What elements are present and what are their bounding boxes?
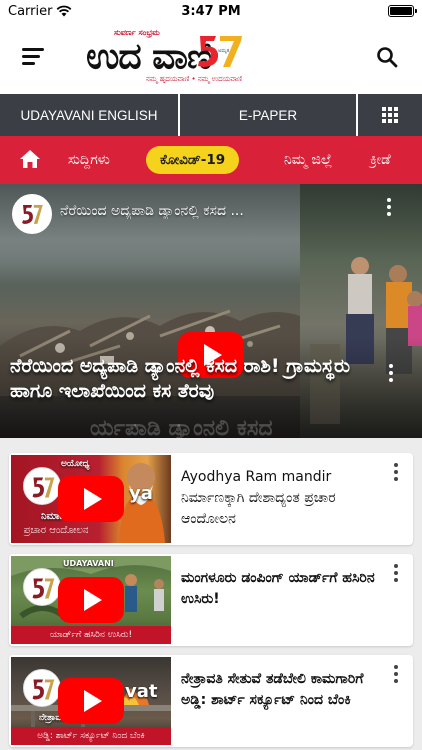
more-options-icon[interactable] — [393, 665, 399, 685]
video-card[interactable]: ಅಯೋಧ್ಯ ya ನಿರ್ಮಾಣ ಪ್ರಚಾರ ಆಂದೋಲನ Ayodhya … — [9, 453, 413, 545]
thumb-top-text: ಅಯೋಧ್ಯ — [61, 459, 90, 469]
channel-avatar[interactable] — [12, 194, 52, 234]
logo-wordmark: ಉದ ವಾಣಿ — [86, 36, 212, 77]
video-title: Ayodhya Ram mandir ನಿರ್ಮಾಣಕ್ಕಾಗಿ ದೇಶಾದ್ಯ… — [181, 469, 336, 527]
video-thumbnail: UDAYAVANI ಯಾರ್ಡ್‌ಗೆ ಹಸಿರಿನ ಉಸಿರು! — [11, 556, 171, 644]
udayavani-logo: ಸುವರ್ಣ ಸಂಭ್ರಮ ಉದ ವಾಣಿ ಅಮೃತ ನಮ್ಮ ಹೃದಯವಾಣಿ… — [86, 28, 336, 88]
featured-watermark: ರ್ಯಪಾಡಿ ಡ್ಯಾಂನಲಿ ಕಸದ — [90, 416, 273, 438]
more-options-icon[interactable] — [393, 463, 399, 483]
video-card[interactable]: vat ನೇತ್ರಾವತಿ ಸೇತುವೆ ಅಡ್ಡಿ: ಶಾರ್ಟ್ ಸರ್ಕ್… — [9, 655, 413, 747]
grid-icon — [382, 107, 398, 123]
play-button[interactable] — [58, 678, 124, 724]
battery-icon — [388, 5, 417, 17]
video-thumbnail: vat ನೇತ್ರಾವತಿ ಸೇತುವೆ ಅಡ್ಡಿ: ಶಾರ್ಟ್ ಸರ್ಕ್… — [11, 657, 171, 745]
featured-video[interactable]: ನೆರೆಯಿಂದ ಅದ್ಯಪಾಡಿ ಡ್ಯಾಂನಲ್ಲಿ ಕಸದ ... ನೆರ… — [0, 184, 422, 438]
channel-logo-icon — [23, 568, 61, 606]
more-options-icon[interactable] — [393, 564, 399, 584]
top-links-bar: UDAYAVANI ENGLISH E-PAPER — [0, 94, 422, 136]
category-covid[interactable]: ಕೋವಿಡ್-19 — [146, 146, 240, 174]
thumb-strip-text: ಅಡ್ಡಿ: ಶಾರ್ಟ್ ಸರ್ಕ್ಯೂಟ್ ನಿಂದ ಬೆಂಕಿ — [11, 727, 171, 745]
thumb-side-text: ya — [129, 483, 153, 504]
hamburger-menu-icon[interactable] — [22, 48, 44, 66]
search-icon[interactable] — [376, 46, 398, 68]
app-header: ಸುವರ್ಣ ಸಂಭ್ರಮ ಉದ ವಾಣಿ ಅಮೃತ ನಮ್ಮ ಹೃದಯವಾಣಿ… — [0, 22, 422, 94]
featured-caption-options-icon[interactable] — [388, 364, 394, 386]
apps-grid-button[interactable] — [358, 94, 422, 136]
thumb-strip-text: ಪ್ರಚಾರ ಆಂದೋಲನ — [23, 524, 89, 536]
logo-75-emblem: ಅಮೃತ — [198, 36, 242, 67]
logo-bottom-tagline: ನಮ್ಮ ಹೃದಯವಾಣಿ • ನಮ್ಮ ಉದಯವಾಣಿ — [146, 75, 243, 83]
udayavani-75-avatar-icon — [15, 197, 49, 231]
status-bar: Carrier 3:47 PM — [0, 0, 422, 22]
category-news[interactable]: ಸುದ್ದಿಗಳು — [68, 136, 110, 184]
status-left: Carrier — [8, 4, 72, 19]
thumb-side-text: vat — [125, 681, 158, 702]
video-card[interactable]: UDAYAVANI ಯಾರ್ಡ್‌ಗೆ ಹಸಿರಿನ ಉಸಿರು! ಮಂಗಳೂರ… — [9, 554, 413, 646]
channel-logo-icon — [23, 467, 61, 505]
category-district[interactable]: ನಿಮ್ಮ ಜಿಲ್ಲೆ — [284, 136, 332, 184]
svg-text:ಅಮೃತ: ಅಮೃತ — [218, 48, 230, 54]
carrier-label: Carrier — [8, 3, 53, 19]
category-sports[interactable]: ಕ್ರೀಡೆ — [370, 136, 391, 184]
play-button[interactable] — [58, 476, 124, 522]
featured-caption: ನೆರೆಯಿಂದ ಅದ್ಯಪಾಡಿ ಡ್ಯಾಂನಲ್ಲಿ ಕಸದ ರಾಶಿ! ಗ… — [10, 355, 351, 402]
thumb-strip-text: ಯಾರ್ಡ್‌ಗೆ ಹಸಿರಿನ ಉಸಿರು! — [11, 626, 171, 644]
video-title: ನೇತ್ರಾವತಿ ಸೇತುವೆ ತಡೆಬೇಲಿ ಕಾಮಗಾರಿಗೆ ಅಡ್ಡಿ… — [181, 671, 364, 708]
featured-more-options-icon[interactable] — [386, 198, 392, 220]
featured-youtube-title: ನೆರೆಯಿಂದ ಅದ್ಯಪಾಡಿ ಡ್ಯಾಂನಲ್ಲಿ ಕಸದ ... — [60, 203, 244, 219]
video-thumbnail: ಅಯೋಧ್ಯ ya ನಿರ್ಮಾಣ ಪ್ರಚಾರ ಆಂದೋಲನ — [11, 455, 171, 543]
channel-logo-icon — [23, 669, 61, 707]
video-title: ಮಂಗಳೂರು ಡಂಪಿಂಗ್ ಯಾರ್ಡ್‌ಗೆ ಹಸಿರಿನ ಉಸಿರು! — [181, 570, 375, 607]
home-icon[interactable] — [19, 149, 41, 169]
category-nav: ಸುದ್ದಿಗಳು ಕೋವಿಡ್-19 ನಿಮ್ಮ ಜಿಲ್ಲೆ ಕ್ರೀಡೆ — [0, 136, 422, 184]
wifi-icon — [57, 5, 72, 17]
thumb-top-text: UDAYAVANI — [63, 559, 114, 568]
epaper-link[interactable]: E-PAPER — [180, 94, 358, 136]
play-button[interactable] — [58, 577, 124, 623]
udayavani-english-link[interactable]: UDAYAVANI ENGLISH — [0, 94, 180, 136]
